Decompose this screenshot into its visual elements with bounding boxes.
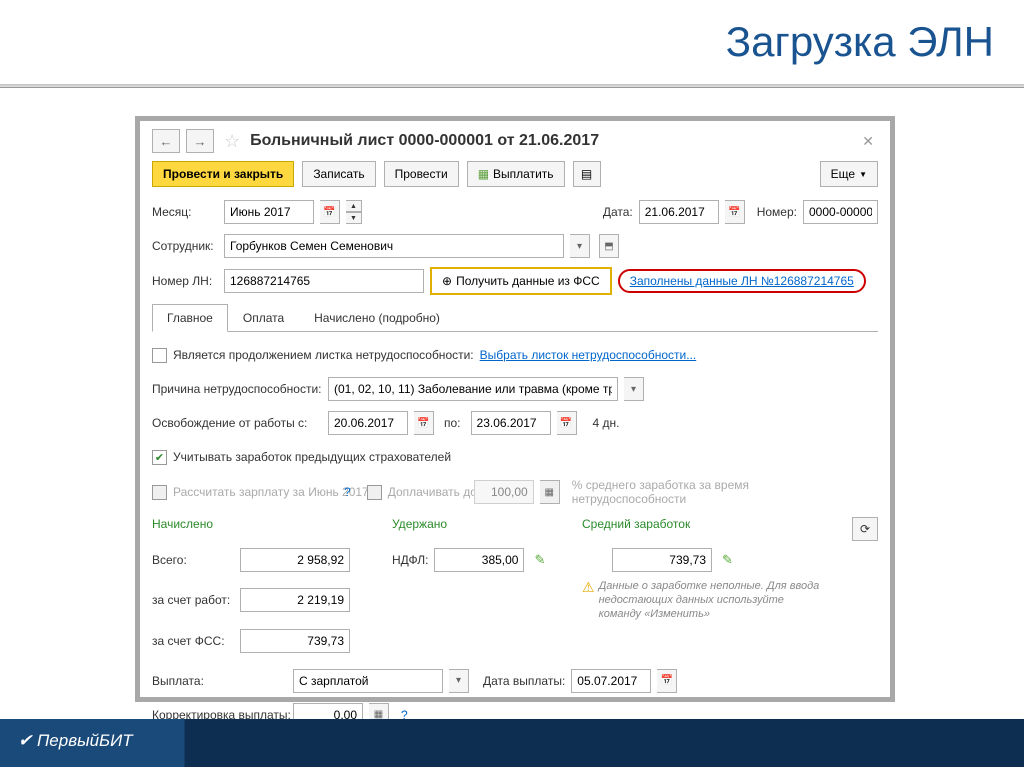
calc-icon: ▦ [540, 480, 560, 504]
avg-earnings-input[interactable] [612, 548, 712, 572]
reason-input[interactable] [328, 377, 618, 401]
calendar-icon[interactable]: 📅 [657, 669, 677, 693]
avg-hint-label: % среднего заработка за время нетрудоспо… [572, 478, 782, 507]
close-icon[interactable]: ✕ [858, 133, 878, 150]
pay-button[interactable]: ▦Выплатить [467, 161, 565, 187]
calendar-icon[interactable]: 📅 [557, 411, 577, 435]
nav-back-button[interactable]: ← [152, 129, 180, 153]
dropdown-icon[interactable]: ▾ [624, 377, 644, 401]
window-title: Больничный лист 0000-000001 от 21.06.201… [250, 132, 852, 150]
number-label: Номер: [757, 205, 797, 219]
month-label: Месяц: [152, 205, 218, 219]
ln-number-label: Номер ЛН: [152, 274, 218, 288]
ln-number-input[interactable] [224, 269, 424, 293]
dropdown-icon[interactable]: ▾ [449, 669, 469, 693]
save-button[interactable]: Записать [302, 161, 375, 187]
total-input[interactable] [240, 548, 350, 572]
calendar-icon[interactable]: 📅 [414, 411, 434, 435]
payout-label: Выплата: [152, 674, 287, 688]
calendar-icon[interactable]: 📅 [320, 200, 340, 224]
refresh-button[interactable]: ⟳ [852, 517, 878, 541]
number-input[interactable] [803, 200, 878, 224]
dropdown-icon[interactable]: ▾ [570, 234, 590, 258]
tab-main[interactable]: Главное [152, 304, 228, 332]
ln-data-filled-link[interactable]: Заполнены данные ЛН №126887214765 [618, 269, 866, 293]
app-window: ← → ☆ Больничный лист 0000-000001 от 21.… [135, 116, 895, 702]
get-fss-data-button[interactable]: ⊕Получить данные из ФСС [430, 267, 612, 295]
post-and-close-button[interactable]: Провести и закрыть [152, 161, 294, 187]
continuation-label: Является продолжением листка нетрудоспос… [173, 348, 474, 362]
employee-input[interactable] [224, 234, 564, 258]
month-spinner[interactable]: ▲▼ [346, 200, 362, 224]
release-to-input[interactable] [471, 411, 551, 435]
tab-accrued[interactable]: Начислено (подробно) [299, 304, 455, 332]
warning-icon: ⚠ [582, 579, 595, 622]
continuation-checkbox[interactable] [152, 348, 167, 363]
more-button[interactable]: Еще ▼ [820, 161, 878, 187]
month-input[interactable] [224, 200, 314, 224]
payout-input[interactable] [293, 669, 443, 693]
date-label: Дата: [603, 205, 633, 219]
topup-input [474, 480, 534, 504]
prev-employer-checkbox[interactable]: ✔ [152, 450, 167, 465]
withheld-heading: Удержано [392, 517, 582, 541]
employer-part-label: за счет работ: [152, 593, 234, 607]
release-from-label: Освобождение от работы с: [152, 416, 322, 430]
ndfl-label: НДФЛ: [392, 553, 428, 567]
date-input[interactable] [639, 200, 719, 224]
tabs: Главное Оплата Начислено (подробно) [152, 303, 878, 332]
topup-label: Доплачивать до [388, 485, 468, 499]
days-label: 4 дн. [593, 416, 620, 430]
ndfl-input[interactable] [434, 548, 524, 572]
open-ref-icon[interactable]: ⬒ [599, 234, 619, 258]
fss-part-label: за счет ФСС: [152, 634, 234, 648]
calc-salary-label: Рассчитать зарплату за Июнь 2017 [173, 485, 338, 499]
calc-salary-checkbox [152, 485, 167, 500]
payout-date-label: Дата выплаты: [483, 674, 565, 688]
favorite-star-icon[interactable]: ☆ [224, 131, 240, 152]
tab-payment[interactable]: Оплата [228, 304, 299, 332]
footer-logo: ✔ ПервыйБИТ [0, 719, 1024, 763]
topup-checkbox [367, 485, 382, 500]
title-underline [0, 84, 1024, 88]
accrued-heading: Начислено [152, 517, 392, 541]
nav-forward-button[interactable]: → [186, 129, 214, 153]
fss-part-input[interactable] [240, 629, 350, 653]
warning-text: Данные о заработке неполные. Для ввода н… [599, 579, 829, 622]
employee-label: Сотрудник: [152, 239, 218, 253]
footer-bar: ✔ ПервыйБИТ [0, 719, 1024, 767]
release-from-input[interactable] [328, 411, 408, 435]
employer-part-input[interactable] [240, 588, 350, 612]
reports-button[interactable]: ▤ [573, 161, 601, 187]
payout-date-input[interactable] [571, 669, 651, 693]
edit-pencil-icon[interactable]: ✎ [722, 552, 733, 568]
post-button[interactable]: Провести [384, 161, 459, 187]
reason-label: Причина нетрудоспособности: [152, 382, 322, 396]
select-sicklist-link[interactable]: Выбрать листок нетрудоспособности... [480, 348, 697, 362]
release-to-label: по: [444, 416, 461, 430]
prev-employer-label: Учитывать заработок предыдущих страховат… [173, 450, 451, 464]
total-label: Всего: [152, 553, 234, 567]
slide-title: Загрузка ЭЛН [726, 18, 994, 66]
calendar-icon[interactable]: 📅 [725, 200, 745, 224]
help-icon[interactable]: ? [344, 485, 351, 499]
avg-earnings-heading: Средний заработок [582, 517, 690, 541]
edit-pencil-icon[interactable]: ✎ [534, 552, 545, 568]
